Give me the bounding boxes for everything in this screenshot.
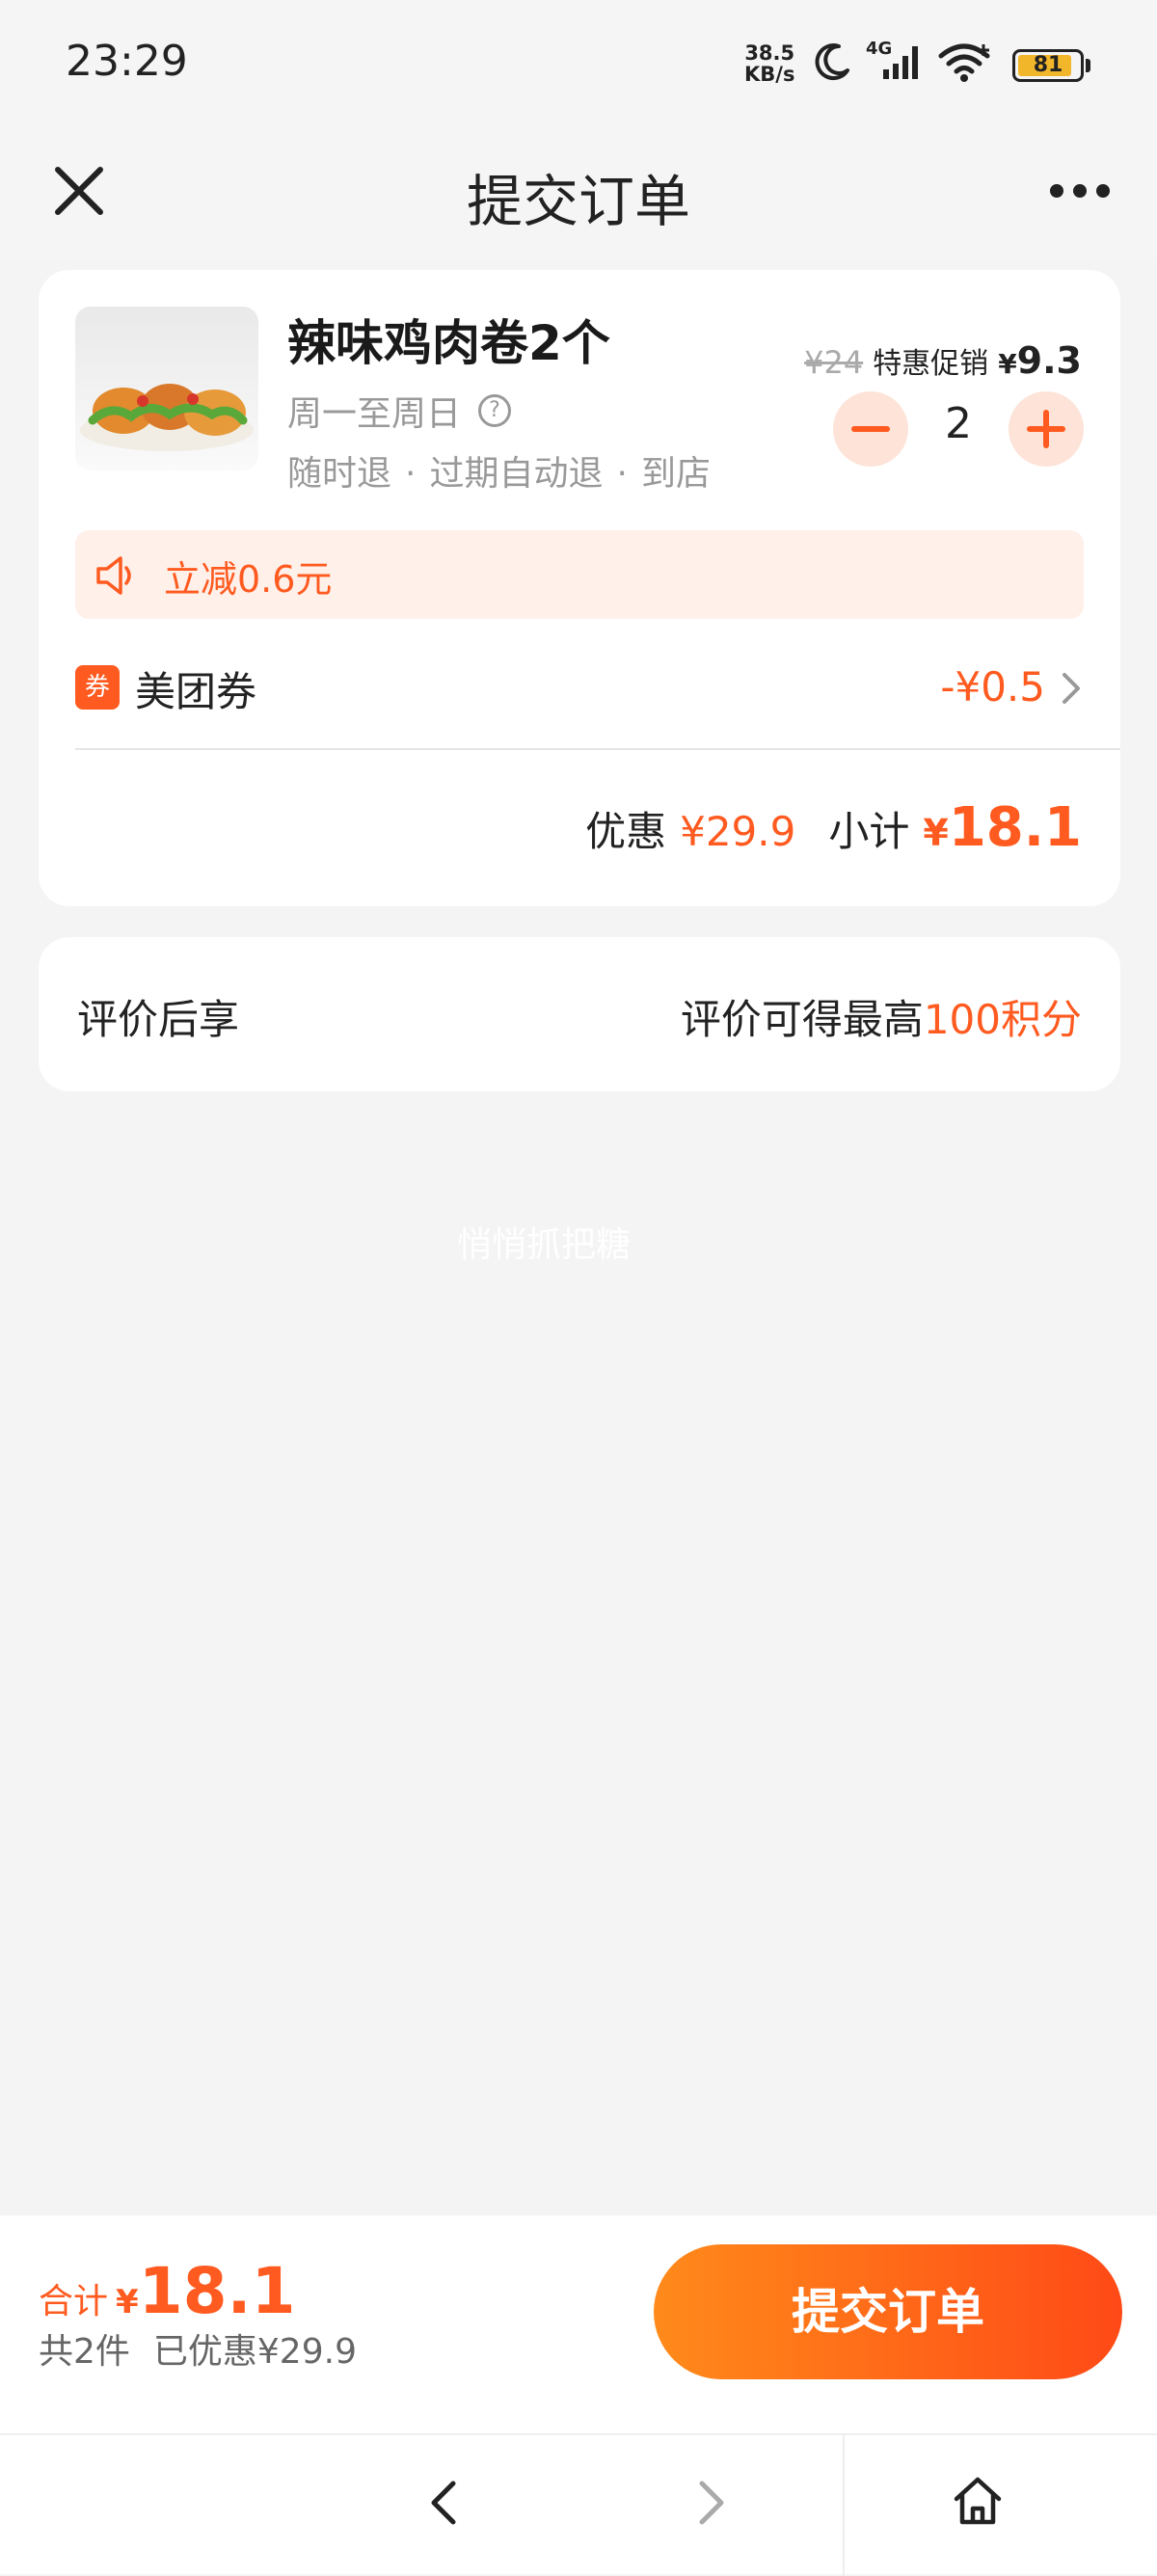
home-icon (954, 2477, 1002, 2525)
total-amount: 18.1 (138, 2254, 296, 2328)
product-tags: 随时退 · 过期自动退 · 到店 (287, 445, 711, 496)
nav-divider (843, 2435, 845, 2576)
battery-tip (1086, 59, 1090, 72)
tag-auto-refund: 过期自动退 (429, 454, 604, 494)
decrease-quantity-button[interactable] (833, 391, 908, 467)
order-count-line: 共2件 已优惠¥29.9 (39, 2323, 357, 2374)
status-icons: 4G (812, 39, 995, 85)
review-points-value: 评价可得最高100积分 (681, 987, 1082, 1046)
tag-refund-anytime: 随时退 (287, 454, 392, 494)
review-points-amount: 100积分 (923, 996, 1082, 1043)
chevron-left-icon (431, 2481, 456, 2525)
battery-icon: 81 (1012, 49, 1084, 82)
total-line: 合计 ¥ 18.1 (39, 2254, 296, 2328)
status-time: 23:29 (66, 37, 188, 86)
back-button[interactable] (415, 2472, 476, 2534)
review-points-prefix: 评价可得最高 (680, 996, 924, 1043)
product-schedule: 周一至周日 ? (287, 386, 512, 436)
coupon-value: -¥0.5 (940, 663, 1045, 711)
promo-price: ¥9.3 (998, 339, 1082, 382)
network-speed-unit: KB/s (744, 63, 795, 86)
product-name: 辣味鸡肉卷2个 (287, 315, 610, 371)
submit-order-button[interactable]: 提交订单 (654, 2244, 1122, 2379)
subtotal-currency: ¥ (923, 812, 949, 854)
chevron-right-icon (699, 2481, 724, 2525)
review-points-label: 评价后享 (77, 996, 240, 1043)
discount-value: ¥29.9 (680, 808, 796, 855)
more-button[interactable] (1045, 162, 1115, 220)
order-summary-bar: 合计 ¥ 18.1 共2件 已优惠¥29.9 提交订单 (0, 2215, 1157, 2433)
item-count: 共2件 (39, 2332, 130, 2372)
speaker-icon (96, 556, 131, 595)
status-bar: 23:29 38.5 KB/s 4G 81 (0, 0, 1157, 135)
promo-price-value: 9.3 (1016, 339, 1082, 382)
discount-text: 立减0.6元 (164, 558, 333, 601)
schedule-text: 周一至周日 (287, 394, 462, 434)
totals-row: 优惠 ¥29.9 小计 ¥18.1 (585, 796, 1082, 859)
saved-amount: 已优惠¥29.9 (152, 2332, 357, 2372)
coupon-row[interactable]: 券 美团券 -¥0.5 (75, 652, 1084, 738)
original-price: ¥24 (804, 344, 864, 381)
moon-icon (815, 43, 849, 81)
minus-icon (851, 426, 890, 432)
total-label: 合计 (39, 2282, 109, 2321)
battery-level: 81 (1033, 53, 1063, 77)
home-button[interactable] (947, 2470, 1009, 2532)
tag-in-store: 到店 (640, 454, 711, 494)
coupon-label: 美团券 (135, 668, 257, 715)
tag-separator: · (405, 454, 417, 494)
review-points-card: 评价后享 评价可得最高100积分 (39, 937, 1120, 1091)
product-card: 辣味鸡肉卷2个 周一至周日 ? 随时退 · 过期自动退 · 到店 ¥24 特惠促销 ¥9… (39, 270, 1120, 906)
page-title: 提交订单 (466, 169, 690, 234)
increase-quantity-button[interactable] (1009, 391, 1084, 467)
discount-label: 优惠 (585, 808, 667, 855)
divider (75, 748, 1120, 750)
promo-label: 特惠促销 (873, 347, 989, 381)
subtotal-label: 小计 (828, 808, 910, 855)
subtotal-amount: 18.1 (948, 796, 1082, 859)
product-image[interactable] (75, 307, 258, 470)
network-speed-value: 38.5 (744, 41, 795, 65)
tag-separator: · (616, 454, 628, 494)
quantity-value: 2 (945, 399, 972, 448)
forward-button[interactable] (679, 2472, 740, 2534)
more-icon (1050, 184, 1110, 198)
help-icon[interactable]: ? (478, 394, 512, 427)
system-nav-bar (0, 2433, 1157, 2576)
signal-icon: 4G (866, 39, 924, 83)
network-speed: 38.5 KB/s (744, 42, 794, 85)
wifi-icon (938, 43, 990, 82)
price-row: ¥24 特惠促销 ¥9.3 (804, 339, 1082, 382)
discount-banner: 立减0.6元 (75, 530, 1084, 619)
promo-currency: ¥ (998, 348, 1017, 380)
total-currency: ¥ (116, 2283, 139, 2321)
watermark: 悄悄抓把糖 (456, 1225, 631, 1265)
coupon-badge: 券 (75, 665, 120, 710)
quantity-stepper: 2 (833, 391, 1084, 467)
subtotal-value: ¥18.1 (923, 796, 1082, 859)
nav-bar: 提交订单 (0, 135, 1157, 258)
chevron-right-icon (1063, 673, 1080, 704)
